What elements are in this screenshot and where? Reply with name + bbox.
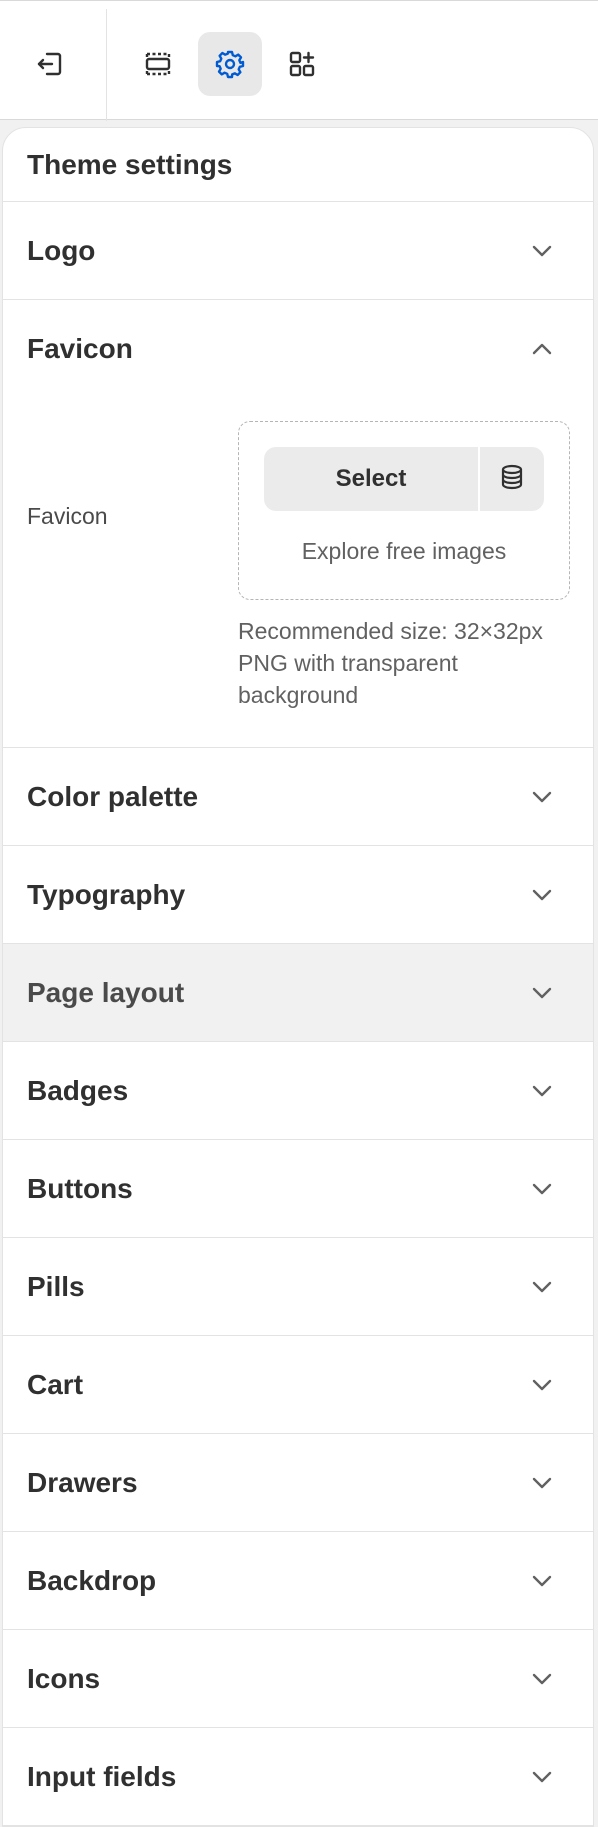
chevron-down-icon (531, 982, 553, 1004)
section-title: Color palette (27, 780, 199, 812)
favicon-help-text: Recommended size: 32×32px PNG with trans… (238, 615, 578, 711)
chevron-down-icon (531, 1472, 553, 1494)
chevron-down-icon (531, 1570, 553, 1592)
chevron-down-icon (531, 240, 553, 262)
section-title: Drawers (27, 1466, 138, 1498)
section-header-favicon[interactable]: Favicon (3, 300, 593, 397)
settings-gear-icon (214, 48, 246, 80)
exit-button[interactable] (18, 32, 82, 96)
help-text-line: PNG with transparent (238, 650, 458, 676)
chevron-down-icon (531, 1766, 553, 1788)
section-title: Cart (27, 1368, 84, 1400)
section-header-drawers[interactable]: Drawers (3, 1434, 593, 1531)
section-header-input-fields[interactable]: Input fields (3, 1728, 593, 1825)
section-header-color-palette[interactable]: Color palette (3, 748, 593, 845)
panel-title: Theme settings (3, 128, 593, 202)
section-buttons: Buttons (3, 1140, 593, 1238)
section-header-page-layout[interactable]: Page layout (3, 944, 593, 1041)
section-title: Typography (27, 878, 186, 910)
section-title: Buttons (27, 1172, 133, 1204)
section-header-logo[interactable]: Logo (3, 202, 593, 299)
section-title: Logo (27, 234, 96, 266)
chevron-down-icon (531, 1080, 553, 1102)
chevron-down-icon (531, 1374, 553, 1396)
section-icons: Icons (3, 1630, 593, 1728)
help-text-line: background (238, 682, 359, 708)
section-badges: Badges (3, 1042, 593, 1140)
help-text-line: Recommended size: 32×32px (238, 618, 543, 644)
sections-button[interactable] (126, 32, 190, 96)
section-header-icons[interactable]: Icons (3, 1630, 593, 1727)
favicon-field-label: Favicon (27, 503, 108, 529)
theme-settings-button[interactable] (198, 32, 262, 96)
section-drawers: Drawers (3, 1434, 593, 1532)
select-image-button[interactable]: Select (264, 447, 478, 511)
section-header-pills[interactable]: Pills (3, 1238, 593, 1335)
database-icon (498, 463, 526, 496)
section-title: Pills (27, 1270, 85, 1302)
chevron-down-icon (531, 1668, 553, 1690)
chevron-down-icon (531, 1276, 553, 1298)
section-typography: Typography (3, 846, 593, 944)
sections-icon (142, 48, 174, 80)
section-cart: Cart (3, 1336, 593, 1434)
select-button-group: Select (264, 447, 544, 511)
apps-button[interactable] (270, 32, 334, 96)
section-title: Favicon (27, 332, 133, 364)
explore-free-images-link[interactable]: Explore free images (239, 538, 569, 565)
apps-icon (286, 48, 318, 80)
section-favicon: Favicon Favicon Select Explore free imag… (3, 300, 593, 748)
media-library-button[interactable] (480, 447, 544, 511)
section-title: Input fields (27, 1760, 177, 1792)
section-title: Badges (27, 1074, 129, 1106)
section-header-cart[interactable]: Cart (3, 1336, 593, 1433)
section-header-typography[interactable]: Typography (3, 846, 593, 943)
chevron-down-icon (531, 786, 553, 808)
chevron-down-icon (531, 884, 553, 906)
section-pills: Pills (3, 1238, 593, 1336)
section-color-palette: Color palette (3, 748, 593, 846)
section-title: Icons (27, 1662, 101, 1694)
section-header-buttons[interactable]: Buttons (3, 1140, 593, 1237)
editor-toolbar (0, 0, 598, 121)
toolbar-divider (106, 9, 107, 121)
section-logo: Logo (3, 202, 593, 300)
chevron-down-icon (531, 1178, 553, 1200)
favicon-settings-body: Favicon Select Explore free images Recom… (3, 397, 593, 747)
section-input-fields: Input fields (3, 1728, 593, 1826)
section-title: Page layout (27, 976, 185, 1008)
section-header-badges[interactable]: Badges (3, 1042, 593, 1139)
exit-icon (34, 48, 66, 80)
section-backdrop: Backdrop (3, 1532, 593, 1630)
chevron-up-icon (531, 338, 553, 360)
section-title: Backdrop (27, 1564, 157, 1596)
image-picker: Select Explore free images (238, 421, 570, 600)
section-header-backdrop[interactable]: Backdrop (3, 1532, 593, 1629)
theme-settings-panel: Theme settings Logo Favicon Favicon Sele… (2, 127, 594, 1827)
section-page-layout: Page layout (3, 944, 593, 1042)
